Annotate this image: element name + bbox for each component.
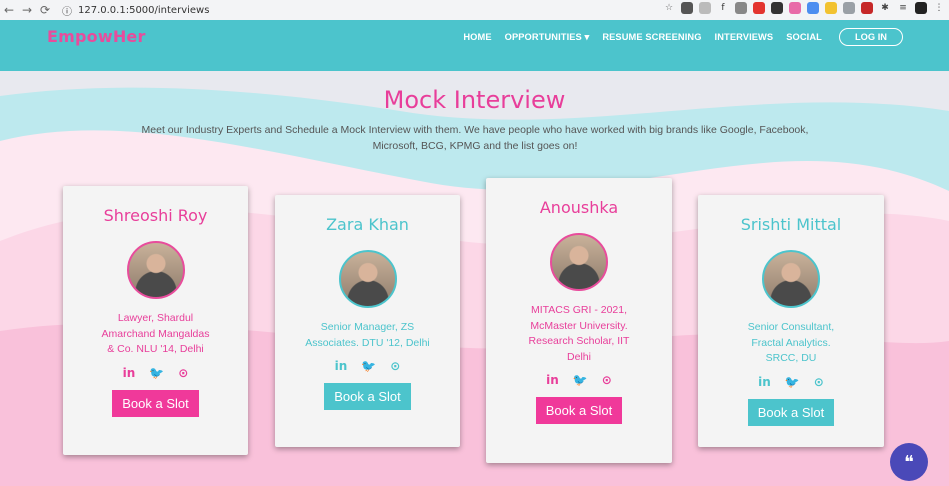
nav-social[interactable]: SOCIAL — [786, 32, 822, 42]
reload-icon[interactable]: ⟳ — [36, 3, 54, 17]
expert-description: MITACS GRI - 2021, McMaster University. … — [528, 304, 630, 363]
linkedin-icon[interactable]: in — [335, 359, 348, 373]
forward-icon[interactable]: → — [18, 3, 36, 17]
github-icon[interactable]: ⊙ — [178, 366, 188, 380]
book-slot-button[interactable]: Book a Slot — [747, 398, 835, 426]
extension-icon[interactable] — [825, 2, 837, 14]
nav-interviews[interactable]: INTERVIEWS — [715, 32, 774, 42]
page-subtitle: Meet our Industry Experts and Schedule a… — [141, 124, 809, 152]
social-links: in 🐦 ⊙ — [275, 359, 460, 373]
brand-logo[interactable]: EmpowHer — [47, 27, 146, 46]
social-links: in 🐦 ⊙ — [486, 373, 672, 387]
twitter-icon[interactable]: 🐦 — [361, 359, 376, 373]
nav-menu: HOME OPPORTUNITIES ▾ RESUME SCREENING IN… — [463, 20, 903, 54]
book-slot-button[interactable]: Book a Slot — [535, 397, 623, 424]
github-icon[interactable]: ⊙ — [814, 375, 824, 389]
expert-description: Senior Consultant, Fractal Analytics. SR… — [747, 321, 835, 364]
github-icon[interactable]: ⊙ — [390, 359, 400, 373]
extension-icon[interactable] — [861, 2, 873, 14]
linkedin-icon[interactable]: in — [758, 375, 771, 389]
social-links: in 🐦 ⊙ — [63, 366, 248, 380]
expert-description: Senior Manager, ZS Associates. DTU '12, … — [305, 321, 430, 349]
profile-avatar[interactable] — [915, 2, 927, 14]
login-button[interactable]: LOG IN — [838, 28, 903, 46]
extension-icon[interactable] — [771, 2, 783, 14]
page-title: Mock Interview — [383, 86, 566, 114]
extension-icon[interactable] — [843, 2, 855, 14]
back-icon[interactable]: ← — [0, 3, 18, 17]
twitter-icon[interactable]: 🐦 — [785, 375, 800, 389]
expert-name: Zara Khan — [326, 215, 409, 234]
book-slot-button[interactable]: Book a Slot — [112, 389, 199, 417]
kebab-menu-icon[interactable]: ⋮ — [933, 2, 945, 14]
expert-avatar — [762, 250, 820, 308]
linkedin-icon[interactable]: in — [123, 366, 136, 380]
expert-description: Lawyer, Shardul Amarchand Mangaldas & Co… — [101, 312, 210, 355]
extension-icon[interactable] — [753, 2, 765, 14]
expert-name: Srishti Mittal — [740, 215, 842, 234]
extension-icon[interactable]: f — [717, 2, 729, 14]
extension-icon[interactable] — [789, 2, 801, 14]
address-bar[interactable]: ⓘ 127.0.0.1:5000/interviews — [62, 3, 209, 18]
star-icon[interactable]: ☆ — [663, 2, 675, 14]
site-navbar: EmpowHer HOME OPPORTUNITIES ▾ RESUME SCR… — [0, 20, 949, 54]
extensions-area: ☆ f ✱ ≡ ⋮ — [663, 2, 945, 14]
nav-opportunities[interactable]: OPPORTUNITIES ▾ — [505, 32, 590, 43]
extension-icon[interactable] — [699, 2, 711, 14]
nav-home[interactable]: HOME — [463, 32, 491, 42]
chat-bubble-icon[interactable]: ❝ — [890, 443, 928, 481]
expert-name: Shreoshi Roy — [103, 206, 208, 225]
expert-name: Anoushka — [539, 198, 619, 217]
twitter-icon[interactable]: 🐦 — [573, 373, 588, 387]
linkedin-icon[interactable]: in — [546, 373, 559, 387]
puzzle-icon[interactable]: ✱ — [879, 2, 891, 14]
social-links: in 🐦 ⊙ — [698, 375, 884, 389]
menu-list-icon[interactable]: ≡ — [897, 2, 909, 14]
navbar-band — [0, 54, 949, 71]
info-icon[interactable]: ⓘ — [62, 3, 72, 18]
extension-icon[interactable] — [735, 2, 747, 14]
twitter-icon[interactable]: 🐦 — [149, 366, 164, 380]
browser-toolbar: ← → ⟳ ⓘ 127.0.0.1:5000/interviews ☆ f ✱ … — [0, 0, 949, 21]
extension-icon[interactable] — [807, 2, 819, 14]
extension-icon[interactable] — [681, 2, 693, 14]
url-text[interactable]: 127.0.0.1:5000/interviews — [78, 5, 209, 16]
nav-resume-screening[interactable]: RESUME SCREENING — [602, 32, 701, 42]
expert-avatar — [338, 250, 397, 308]
expert-avatar — [126, 241, 185, 299]
github-icon[interactable]: ⊙ — [602, 373, 612, 387]
expert-card: Anoushka MITACS GRI - 2021, McMaster Uni… — [486, 178, 672, 463]
book-slot-button[interactable]: Book a Slot — [324, 383, 411, 410]
expert-card: Shreoshi Roy Lawyer, Shardul Amarchand M… — [63, 186, 248, 455]
expert-card: Zara Khan Senior Manager, ZS Associates.… — [275, 195, 460, 447]
expert-avatar — [550, 233, 608, 291]
expert-card: Srishti Mittal Senior Consultant, Fracta… — [698, 195, 884, 447]
